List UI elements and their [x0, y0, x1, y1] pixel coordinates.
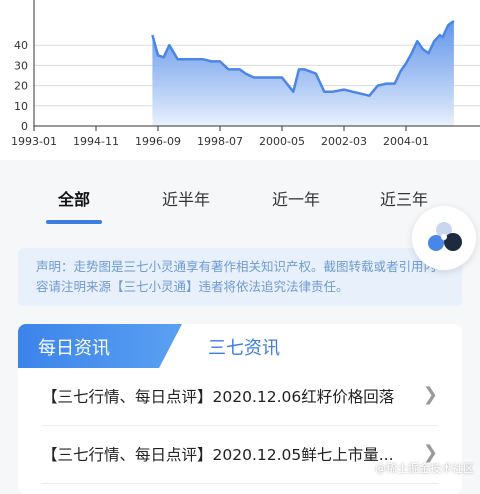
- tab-daily-news-label: 每日资讯: [38, 338, 110, 359]
- copyright-notice: 声明：走势图是三七小灵通享有著作相关知识产权。截图转载或者引用内容请注明来源【三…: [18, 248, 462, 306]
- x-tick-label: 1993-01: [11, 135, 57, 148]
- chart-area-fill: [152, 21, 454, 126]
- news-item-title: 【三七行情、每日点评】2020.12.06红籽价格回落: [42, 388, 395, 406]
- x-tick-label: 1998-07: [197, 135, 243, 148]
- x-tick-label: 2004-01: [383, 135, 429, 148]
- period-tabs: 全部 近半年 近一年 近三年: [0, 178, 480, 228]
- news-item[interactable]: 【三七行情、每日点评】2020.12.06红籽价格回落 ❯: [42, 370, 438, 426]
- chevron-right-icon: ❯: [422, 384, 438, 405]
- y-tick-label: 0: [21, 120, 28, 133]
- watermark: @稀土掘金技术社区: [375, 462, 474, 475]
- x-tick-label: 2002-03: [321, 135, 367, 148]
- y-tick-label: 10: [14, 100, 28, 113]
- floating-logo-icon: [428, 222, 462, 251]
- tab-one-year[interactable]: 近一年: [272, 186, 320, 210]
- x-tick-label: 1994-11: [73, 135, 119, 148]
- news-tabs: 每日资讯 三七资讯: [18, 324, 462, 368]
- x-tick-label: 1996-09: [135, 135, 181, 148]
- tab-all[interactable]: 全部: [58, 186, 90, 210]
- y-tick-label: 30: [14, 59, 28, 72]
- active-tab-indicator: [46, 220, 102, 224]
- x-tick-label: 2000-05: [259, 135, 305, 148]
- news-item-title: 【三七行情、每日点评】2020.12.05鲜七上市量...: [42, 446, 394, 464]
- tab-sanqi-news[interactable]: 三七资讯: [208, 334, 280, 360]
- y-tick-label: 20: [14, 80, 28, 93]
- floating-action-button[interactable]: [412, 206, 476, 270]
- price-trend-chart: 0 10 20 30 40 1993-01 1994-11 1996-09 1998-07 200…: [0, 0, 480, 160]
- tab-daily-news[interactable]: 每日资讯: [18, 324, 182, 368]
- tab-half-year[interactable]: 近半年: [162, 186, 210, 210]
- y-tick-label: 40: [14, 39, 28, 52]
